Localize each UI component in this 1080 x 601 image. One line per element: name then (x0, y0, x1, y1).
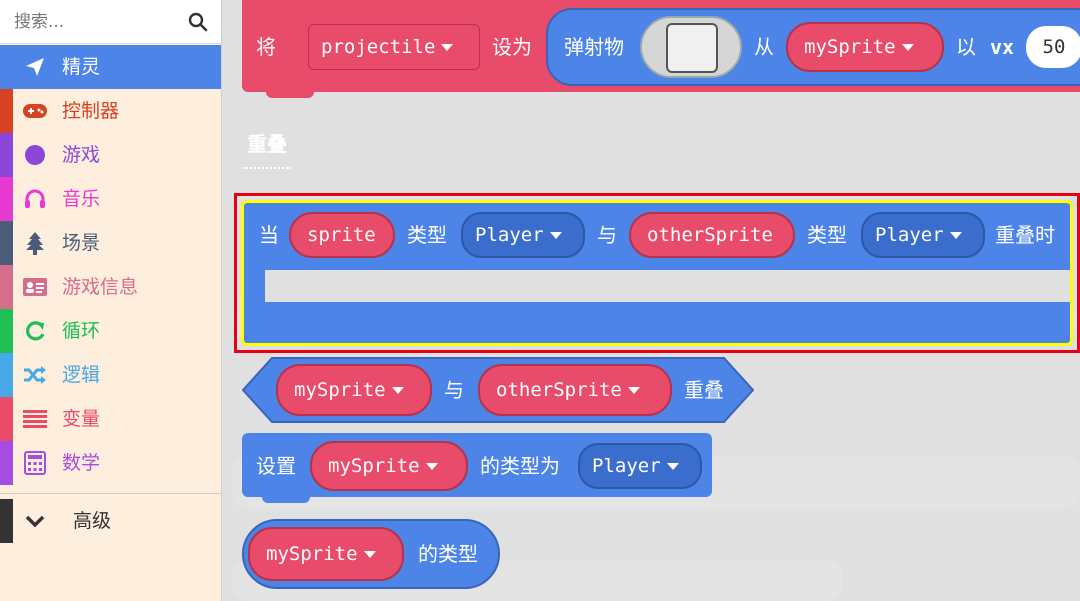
block-text: vx (990, 35, 1015, 59)
category-math[interactable]: 数学 (0, 441, 221, 485)
refresh-icon (23, 319, 47, 343)
block-text: 弹射物 (564, 35, 624, 59)
variable-dropdown-projectile[interactable]: projectile (308, 24, 480, 70)
sprite-dropdown[interactable]: mySprite (310, 441, 468, 491)
category-label: 游戏信息 (62, 276, 139, 298)
chevron-down-icon (949, 231, 962, 239)
block-text: 将 (256, 35, 276, 59)
category-label: 游戏 (62, 144, 101, 166)
shuffle-icon (23, 363, 47, 387)
block-text: 以 (956, 35, 976, 59)
block-overlaps-with[interactable]: mySprite 与 otherSprite 重叠 (242, 357, 754, 423)
category-music[interactable]: 音乐 (0, 177, 221, 221)
category-controller[interactable]: 控制器 (0, 89, 221, 133)
search-bar (0, 0, 221, 44)
other-sprite-variable-pill[interactable]: otherSprite (629, 212, 795, 258)
block-text: 与 (597, 223, 617, 247)
section-heading: 重叠 (247, 132, 287, 156)
category-label: 逻辑 (62, 364, 101, 386)
block-set-projectile[interactable]: 将 projectile 设为 弹射物 从 mySprite 以 vx 50 (242, 0, 1080, 98)
chevron-down-icon (901, 43, 914, 51)
image-picker[interactable] (640, 16, 742, 78)
circle-icon (23, 143, 47, 167)
block-text: 的类型为 (480, 454, 560, 478)
chevron-down-icon (666, 462, 679, 470)
vx-number-input[interactable]: 50 (1026, 26, 1080, 68)
category-logic[interactable]: 逻辑 (0, 353, 221, 397)
kind-dropdown-1[interactable]: Player (461, 212, 585, 258)
divider (0, 493, 221, 494)
block-text: 的类型 (418, 542, 478, 566)
block-set-kind[interactable]: 设置 mySprite 的类型为 Player (242, 433, 712, 503)
sprite-dropdown[interactable]: mySprite (786, 22, 944, 72)
block-text: 从 (754, 35, 774, 59)
category-advanced[interactable]: 高级 (0, 499, 221, 543)
other-sprite-dropdown[interactable]: otherSprite (478, 364, 672, 416)
list-icon (23, 407, 47, 431)
category-label: 数学 (62, 452, 101, 474)
chevron-down-icon (425, 462, 438, 470)
category-game-info[interactable]: 游戏信息 (0, 265, 221, 309)
sprite-dropdown[interactable]: mySprite (276, 364, 432, 416)
tree-icon (23, 231, 47, 255)
kind-dropdown-2[interactable]: Player (861, 212, 985, 258)
sprite-dropdown[interactable]: mySprite (248, 527, 404, 581)
category-scene[interactable]: 场景 (0, 221, 221, 265)
block-kind-of[interactable]: mySprite 的类型 (242, 519, 500, 589)
kind-dropdown[interactable]: Player (578, 443, 702, 489)
category-loops[interactable]: 循环 (0, 309, 221, 353)
chevron-down-icon (441, 43, 454, 51)
category-game[interactable]: 游戏 (0, 133, 221, 177)
block-text: 类型 (807, 223, 847, 247)
block-text: 重叠时 (995, 223, 1055, 247)
paper-plane-icon (23, 55, 47, 79)
image-thumbnail (666, 23, 718, 73)
category-label: 循环 (62, 320, 101, 342)
gamepad-icon (23, 99, 47, 123)
calculator-icon (23, 451, 47, 475)
projectile-shadow-block[interactable]: 弹射物 从 mySprite 以 vx 50 (546, 8, 1080, 86)
id-card-icon (23, 275, 47, 299)
category-label: 精灵 (62, 56, 101, 78)
block-text: 设置 (256, 454, 296, 478)
category-label: 音乐 (62, 188, 101, 210)
block-text: 设为 (492, 35, 532, 59)
block-text: 类型 (407, 223, 447, 247)
chevron-down-icon (391, 386, 404, 394)
chevron-down-icon (363, 550, 376, 558)
category-label: 控制器 (62, 100, 120, 122)
block-text: 重叠 (684, 378, 724, 402)
headphones-icon (23, 187, 47, 211)
block-text: 当 (259, 223, 279, 247)
chevron-down-icon (627, 386, 640, 394)
toolbox: 精灵 控制器 游戏 音乐 场景 游戏信息 (0, 0, 222, 601)
search-input[interactable] (14, 8, 184, 36)
sprite-variable-pill[interactable]: sprite (289, 212, 395, 258)
block-text: 与 (444, 378, 464, 402)
workspace[interactable]: 将 projectile 设为 弹射物 从 mySprite 以 vx 50 重… (222, 0, 1080, 601)
category-label: 场景 (62, 232, 101, 254)
heading-underline (243, 167, 291, 169)
chevron-down-icon (23, 509, 47, 533)
chevron-down-icon (549, 231, 562, 239)
category-sprites[interactable]: 精灵 (0, 45, 221, 89)
category-variables[interactable]: 变量 (0, 397, 221, 441)
category-label: 变量 (62, 408, 101, 430)
category-label: 高级 (73, 510, 112, 532)
block-on-overlap[interactable]: 当 sprite 类型 Player 与 otherSprite 类型 Play… (241, 200, 1073, 346)
search-icon[interactable] (188, 12, 208, 32)
